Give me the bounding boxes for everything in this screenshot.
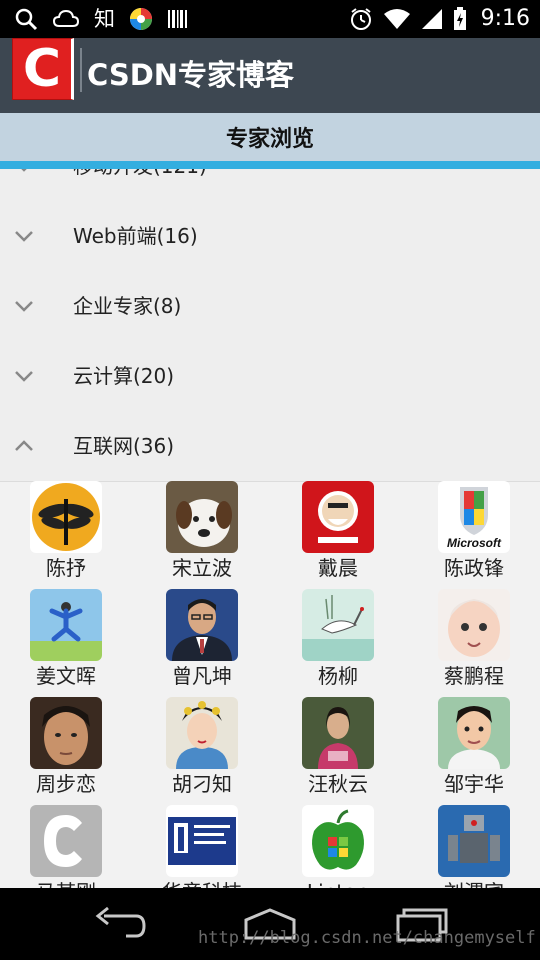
group-label: 云计算(20) (73, 364, 175, 388)
expert-item[interactable]: 陈抒 (0, 481, 136, 589)
chevron-down-icon (21, 169, 27, 172)
expert-name: 杨柳 (318, 664, 358, 688)
crane-painting-avatar (302, 589, 374, 661)
expert-name: 陈抒 (46, 556, 86, 580)
expert-name: 蔡鹏程 (444, 664, 504, 688)
search-icon (15, 8, 38, 31)
expert-name: 马某刚 (0, 877, 132, 888)
puppy-avatar (166, 481, 238, 553)
young-man-avatar (438, 697, 510, 769)
expert-name: 曾凡坤 (172, 664, 232, 688)
expert-item[interactable]: Microsoft 陈政锋 (408, 481, 540, 589)
baby-avatar (438, 589, 510, 661)
dragonfly-avatar (30, 481, 102, 553)
expert-name: 汪秋云 (308, 772, 368, 796)
app-bar: C CSDN专家博客 (0, 38, 540, 113)
cloud-icon (52, 9, 80, 27)
battery-charging-icon (453, 7, 466, 30)
status-right-icons: 9:16 (349, 5, 530, 33)
group-label: Web前端(16) (73, 224, 198, 248)
logo-letter: C (22, 39, 62, 99)
svg-text:Microsoft: Microsoft (447, 536, 502, 550)
expert-item[interactable]: 姜文晖 (0, 589, 136, 697)
appbar-divider (80, 48, 82, 92)
robot-avatar (438, 805, 510, 877)
man-in-suit-avatar (166, 589, 238, 661)
expert-list[interactable]: 移动开发(121) Web前端(16) 企业专家(8) 云计算(20) 互联网(… (0, 169, 540, 888)
man-portrait-avatar (30, 697, 102, 769)
group-label: 移动开发(121) (73, 169, 207, 201)
cell-signal-icon (421, 9, 442, 29)
expert-name: 周步恋 (36, 772, 96, 796)
chevron-down-icon (15, 231, 33, 242)
expert-item[interactable]: 周步恋 (0, 697, 136, 805)
expert-name: 宋立波 (172, 556, 232, 580)
group-label: 企业专家(8) (73, 294, 182, 318)
expert-item[interactable]: 胡刁知 (136, 697, 272, 805)
opera-costume-avatar (166, 697, 238, 769)
watermark-text: http://blog.csdn.net/changemyself (198, 928, 536, 948)
tab-expert-browse[interactable]: 专家浏览 (0, 113, 540, 161)
expert-item[interactable]: Lintan (272, 805, 408, 888)
kfc-colonel-avatar (302, 481, 374, 553)
status-left-icons: 知 (14, 5, 189, 33)
back-icon[interactable] (90, 902, 150, 944)
status-bar: 知 9:16 (0, 0, 540, 38)
expert-name: 戴晨 (318, 556, 358, 580)
navigation-bar: http://blog.csdn.net/changemyself (0, 888, 540, 960)
expert-name: 华章科技 (136, 877, 268, 888)
expert-name: 刘渭宾 (408, 877, 540, 888)
expert-item[interactable]: 邹宇华 (408, 697, 540, 805)
group-row[interactable]: 云计算(20) (0, 341, 540, 412)
expert-name: 胡刁知 (172, 772, 232, 796)
expert-name: 陈政锋 (444, 556, 504, 580)
group-row[interactable]: 企业专家(8) (0, 271, 540, 342)
green-apple-windows-avatar (302, 805, 374, 877)
wifi-icon (383, 9, 410, 29)
group-row[interactable]: 移动开发(121) (0, 169, 540, 202)
app-title: CSDN专家博客 (87, 58, 295, 92)
expert-item[interactable]: 华章科技 (136, 805, 272, 888)
expert-item[interactable]: 马某刚 (0, 805, 136, 888)
expert-name: 邹宇华 (444, 772, 504, 796)
zhihu-icon: 知 (94, 7, 115, 31)
tab-bar: 专家浏览 (0, 113, 540, 161)
chevron-down-icon (15, 371, 33, 382)
expert-item[interactable]: 刘渭宾 (408, 805, 540, 888)
tab-indicator (0, 161, 540, 169)
barcode-icon (168, 10, 187, 28)
chevron-down-icon (15, 301, 33, 312)
expert-name: Lintan (272, 877, 404, 888)
group-row[interactable]: Web前端(16) (0, 201, 540, 272)
group-label: 互联网(36) (73, 434, 175, 458)
status-time: 9:16 (480, 6, 530, 31)
microsoft-logo-avatar: Microsoft (438, 481, 510, 553)
expert-item[interactable]: 杨柳 (272, 589, 408, 697)
expert-item[interactable]: 戴晨 (272, 481, 408, 589)
expert-item[interactable]: 宋立波 (136, 481, 272, 589)
csdn-logo[interactable]: C (12, 38, 74, 100)
book-cover-avatar (166, 805, 238, 877)
expert-item[interactable]: 汪秋云 (272, 697, 408, 805)
expert-item[interactable]: 曾凡坤 (136, 589, 272, 697)
group-row[interactable]: 互联网(36) (0, 411, 540, 482)
colorful-app-icon (130, 8, 152, 30)
csdn-logo-avatar (30, 805, 102, 877)
woman-portrait-avatar (302, 697, 374, 769)
expert-item[interactable]: 蔡鹏程 (408, 589, 540, 697)
chevron-up-icon (15, 440, 33, 451)
expert-name: 姜文晖 (36, 664, 96, 688)
alarm-icon (350, 8, 371, 30)
jumping-person-avatar (30, 589, 102, 661)
